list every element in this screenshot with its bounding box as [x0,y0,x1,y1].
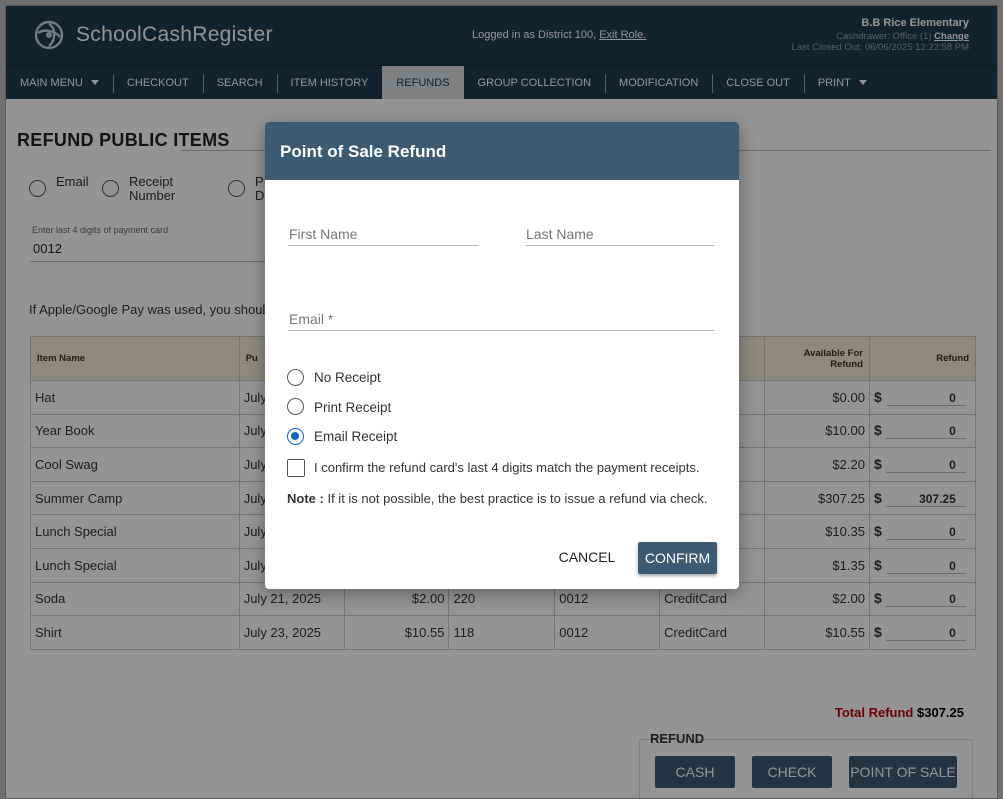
print-receipt-radio[interactable] [287,398,304,415]
last-name-field[interactable]: Last Name [526,226,594,242]
note-text: If it is not possible, the best practice… [327,491,708,506]
pos-refund-modal: Point of Sale Refund First Name Last Nam… [265,122,739,589]
print-receipt-label: Print Receipt [314,400,392,415]
email-underline [288,330,715,331]
modal-title: Point of Sale Refund [280,142,447,161]
email-receipt-radio[interactable] [287,428,304,445]
cancel-button[interactable]: CANCEL [550,543,624,571]
confirm-card-label: I confirm the refund card's last 4 digit… [314,460,700,475]
email-field[interactable]: Email * [289,311,333,327]
refund-note: Note : If it is not possible, the best p… [287,491,708,506]
email-receipt-label: Email Receipt [314,429,398,444]
confirm-button[interactable]: CONFIRM [638,542,717,574]
modal-header: Point of Sale Refund [265,122,739,180]
no-receipt-radio[interactable] [287,369,304,386]
last-name-underline [525,245,715,246]
confirm-card-checkbox[interactable] [287,459,305,477]
no-receipt-label: No Receipt [314,370,381,385]
first-name-field[interactable]: First Name [289,226,357,242]
first-name-underline [288,245,479,246]
note-label: Note : [287,491,324,506]
